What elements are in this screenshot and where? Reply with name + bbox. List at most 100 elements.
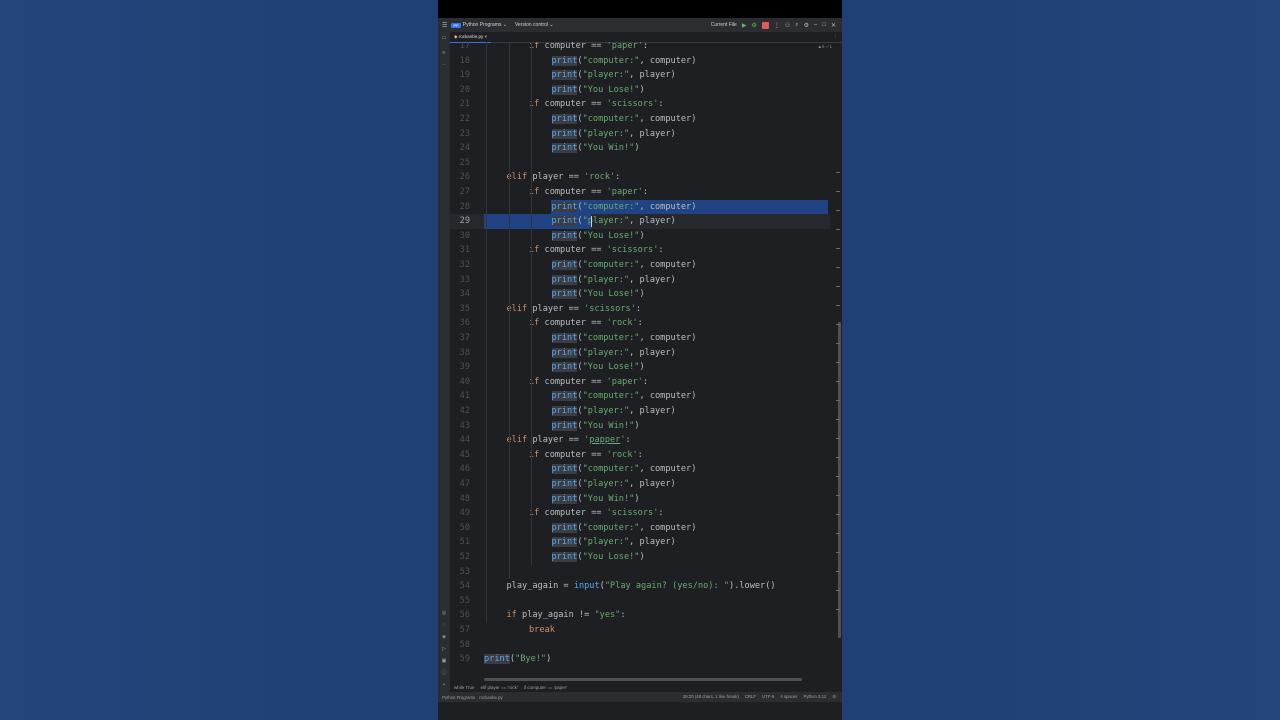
menu-icon[interactable]: ☰ bbox=[442, 22, 447, 29]
caret-position[interactable]: 29:20 (48 chars, 1 line break) bbox=[683, 694, 739, 700]
maximize-icon[interactable]: □ bbox=[822, 22, 826, 28]
code-line[interactable]: 46 print("computer:", computer) bbox=[450, 462, 830, 477]
code-editor[interactable]: ▲5 ✓1 17 if computer == 'paper': 18 print("… bbox=[450, 42, 842, 680]
lock-icon[interactable]: ⊘ bbox=[832, 694, 836, 700]
minimize-icon[interactable]: – bbox=[814, 22, 817, 28]
project-selector[interactable]: PP Python Programs ⌄ bbox=[451, 22, 507, 28]
code-line[interactable]: 44 elif player == 'papper': bbox=[450, 433, 830, 448]
status-project[interactable]: Python Programs bbox=[442, 695, 475, 700]
dots-icon[interactable]: ⋯ bbox=[441, 62, 447, 68]
code-line[interactable]: 17 if computer == 'paper': bbox=[450, 42, 830, 54]
builtin-token: print bbox=[484, 654, 510, 665]
line-number: 36 bbox=[459, 318, 470, 329]
python-interpreter[interactable]: Python 3.12 bbox=[803, 694, 826, 700]
code-line[interactable]: 22 print("computer:", computer) bbox=[450, 112, 830, 127]
code-line[interactable]: 28 print("computer:", computer) bbox=[450, 199, 830, 215]
code-line[interactable]: 27 if computer == 'paper': bbox=[450, 185, 830, 200]
code-line[interactable]: 21 if computer == 'scissors': bbox=[450, 97, 830, 112]
code-line[interactable]: 31 if computer == 'scissors': bbox=[450, 243, 830, 258]
code-line[interactable]: 18 print("computer:", computer) bbox=[450, 54, 830, 69]
code-token: ) bbox=[639, 84, 645, 95]
code-line[interactable]: 19 print("player:", player) bbox=[450, 68, 830, 83]
code-text: if computer == 'scissors': bbox=[529, 243, 664, 258]
code-text: if computer == 'rock': bbox=[529, 316, 643, 331]
code-line[interactable]: 20 print("You Lose!") bbox=[450, 83, 830, 98]
code-line[interactable]: 50 print("computer:", computer) bbox=[450, 521, 830, 536]
close-icon[interactable]: ✕ bbox=[831, 22, 836, 29]
python-packages-icon[interactable]: ◎ bbox=[441, 610, 447, 616]
run-tool-icon[interactable]: ▷ bbox=[441, 646, 447, 652]
code-text: if computer == 'paper': bbox=[529, 185, 648, 200]
code-line[interactable]: 36 if computer == 'rock': bbox=[450, 316, 830, 331]
run-icon[interactable]: ▶ bbox=[742, 22, 747, 29]
structure-icon[interactable]: ≡ bbox=[441, 50, 447, 56]
code-line[interactable]: 26 elif player == 'rock': bbox=[450, 170, 830, 185]
code-line[interactable]: 56 if play_again != "yes": bbox=[450, 608, 830, 623]
code-line[interactable]: 55 bbox=[450, 594, 830, 609]
tab-options-icon[interactable]: ⋮ bbox=[834, 34, 843, 40]
builtin-token: print bbox=[551, 128, 578, 139]
code-line[interactable]: 39 print("You Lose!") bbox=[450, 360, 830, 375]
git-icon[interactable]: ⑂ bbox=[441, 682, 447, 688]
search-icon[interactable]: ⌕ bbox=[795, 22, 798, 29]
code-line[interactable]: 42 print("player:", player) bbox=[450, 404, 830, 419]
code-line[interactable]: 34 print("You Lose!") bbox=[450, 287, 830, 302]
code-line[interactable]: 33 print("player:", player) bbox=[450, 273, 830, 288]
terminal-icon[interactable]: ▣ bbox=[441, 658, 447, 664]
code-line[interactable]: 54 play_again = input("Play again? (yes/n… bbox=[450, 579, 830, 594]
python-console-icon[interactable]: ◌ bbox=[441, 622, 447, 628]
code-line[interactable]: 41 print("computer:", computer) bbox=[450, 389, 830, 404]
debug-icon[interactable]: ⚙ bbox=[751, 22, 756, 29]
status-file[interactable]: rockanbe.py bbox=[479, 695, 502, 700]
breadcrumb-item[interactable]: while True bbox=[454, 685, 475, 690]
string-token: "player:" bbox=[582, 70, 630, 81]
code-line[interactable]: 58 bbox=[450, 638, 830, 653]
code-line[interactable]: 45 if computer == 'rock': bbox=[450, 448, 830, 463]
code-token: : bbox=[637, 318, 643, 329]
code-text: print("player:", player) bbox=[551, 346, 676, 361]
code-line[interactable]: 47 print("player:", player) bbox=[450, 477, 830, 492]
code-line[interactable]: 53 bbox=[450, 565, 830, 580]
line-number: 32 bbox=[459, 260, 470, 270]
user-icon[interactable]: ⚇ bbox=[785, 22, 790, 29]
builtin-token: print bbox=[551, 522, 578, 533]
line-number: 26 bbox=[459, 172, 470, 183]
code-line[interactable]: 23 print("player:", player) bbox=[450, 127, 830, 142]
breadcrumb-item[interactable]: elif player == 'rock' bbox=[481, 685, 518, 690]
vcs-selector[interactable]: Version control ⌄ bbox=[515, 22, 554, 28]
code-line[interactable]: 57 break bbox=[450, 623, 830, 638]
line-separator[interactable]: CRLF bbox=[745, 694, 756, 700]
scroll-marker bbox=[836, 381, 840, 382]
code-line[interactable]: 59 print("Bye!") bbox=[450, 652, 830, 667]
code-line[interactable]: 52 print("You Lose!") bbox=[450, 550, 830, 565]
run-config-selector[interactable]: Current File bbox=[711, 22, 737, 28]
stop-icon[interactable] bbox=[761, 21, 769, 29]
close-icon[interactable]: × bbox=[483, 34, 487, 39]
indent-setting[interactable]: 4 spaces bbox=[780, 694, 797, 700]
breadcrumb-item[interactable]: if computer == 'paper' bbox=[524, 685, 567, 690]
horizontal-scrollbar[interactable] bbox=[484, 678, 802, 681]
folder-icon[interactable]: ▭ bbox=[441, 35, 447, 41]
string-token: "player:" bbox=[582, 274, 630, 285]
code-line[interactable]: 35 elif player == 'scissors': bbox=[450, 302, 830, 317]
code-line[interactable]: 37 print("computer:", computer) bbox=[450, 331, 830, 346]
code-line[interactable]: 30 print("You Lose!") bbox=[450, 229, 830, 244]
code-line[interactable]: 29 print("player:", player) bbox=[450, 214, 830, 229]
code-line[interactable]: 38 print("player:", player) bbox=[450, 346, 830, 361]
code-line[interactable]: 48 print("You Win!") bbox=[450, 492, 830, 507]
code-line[interactable]: 32 print("computer:", computer) bbox=[450, 258, 830, 273]
builtin-token: print bbox=[551, 333, 578, 343]
code-token: computer == bbox=[544, 318, 607, 329]
code-line[interactable]: 49 if computer == 'scissors': bbox=[450, 506, 830, 521]
code-line[interactable]: 51 print("player:", player) bbox=[450, 535, 830, 550]
code-line[interactable]: 40 if computer == 'paper': bbox=[450, 375, 830, 390]
services-icon[interactable]: ◈ bbox=[441, 634, 447, 640]
file-encoding[interactable]: UTF-8 bbox=[762, 694, 774, 700]
tab-rockanbe[interactable]: ◆ rockanbe.py × bbox=[450, 32, 492, 43]
more-icon[interactable]: ⋮ bbox=[774, 22, 780, 29]
problems-icon[interactable]: ⓘ bbox=[441, 670, 447, 676]
code-line[interactable]: 25 bbox=[450, 156, 830, 171]
code-line[interactable]: 24 print("You Win!") bbox=[450, 141, 830, 156]
gear-icon[interactable]: ⚙ bbox=[804, 22, 809, 29]
code-line[interactable]: 43 print("You Win!") bbox=[450, 419, 830, 434]
